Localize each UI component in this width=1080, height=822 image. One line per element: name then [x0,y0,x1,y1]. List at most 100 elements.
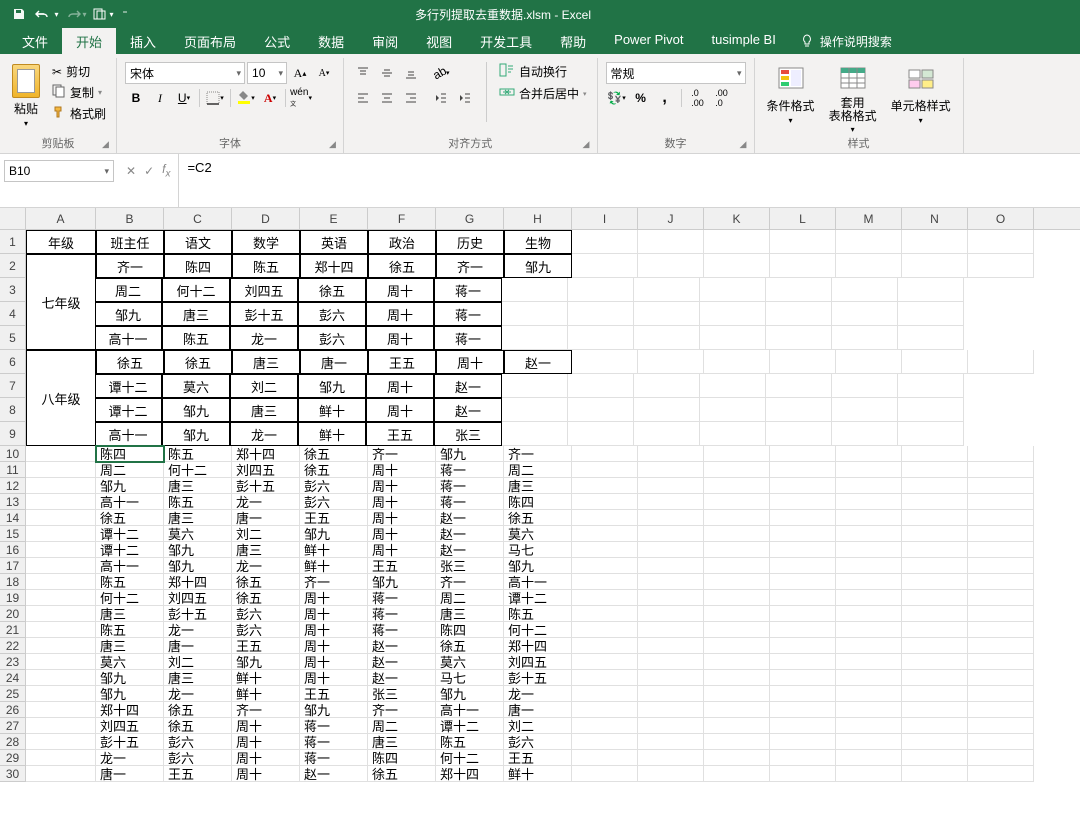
cell-B28[interactable]: 彭十五 [96,734,164,750]
tab-数据[interactable]: 数据 [304,28,358,54]
cell-F11[interactable]: 周十 [368,462,436,478]
cell-G21[interactable]: 陈四 [436,622,504,638]
cell-O9[interactable] [898,422,964,446]
cell-J16[interactable] [638,542,704,558]
row-head-9[interactable]: 9 [0,422,26,446]
cell-G3[interactable]: 周十 [366,278,434,302]
cell-N6[interactable] [902,350,968,374]
cell-L9[interactable] [700,422,766,446]
row-head-19[interactable]: 19 [0,590,26,606]
cell-J12[interactable] [638,478,704,494]
cell-D3[interactable]: 何十二 [162,278,230,302]
cell-C5[interactable]: 高十一 [94,326,162,350]
cell-E25[interactable]: 王五 [300,686,368,702]
cell-E11[interactable]: 徐五 [300,462,368,478]
tab-Power Pivot[interactable]: Power Pivot [600,28,697,54]
cell-E1[interactable]: 英语 [300,230,368,254]
cell-G12[interactable]: 蒋一 [436,478,504,494]
row-head-13[interactable]: 13 [0,494,26,510]
cell-A10[interactable] [26,446,96,462]
row-head-21[interactable]: 21 [0,622,26,638]
cell-M3[interactable] [766,278,832,302]
cell-J26[interactable] [638,702,704,718]
cell-A26[interactable] [26,702,96,718]
cell-L2[interactable] [770,254,836,278]
cell-E3[interactable]: 刘四五 [230,278,298,302]
cell-I23[interactable] [572,654,638,670]
cell-B1[interactable]: 班主任 [96,230,164,254]
cell-A19[interactable] [26,590,96,606]
row-head-10[interactable]: 10 [0,446,26,462]
row-head-17[interactable]: 17 [0,558,26,574]
cell-H3[interactable]: 蒋一 [434,278,502,302]
row-head-4[interactable]: 4 [0,302,26,326]
col-head-J[interactable]: J [638,208,704,229]
cell-K20[interactable] [704,606,770,622]
cell-H14[interactable]: 徐五 [504,510,572,526]
cell-G16[interactable]: 赵一 [436,542,504,558]
cell-G26[interactable]: 高十一 [436,702,504,718]
cell-H25[interactable]: 龙一 [504,686,572,702]
cell-O25[interactable] [968,686,1034,702]
insert-function-button[interactable]: fx [162,162,170,179]
cell-M7[interactable] [766,374,832,398]
col-head-D[interactable]: D [232,208,300,229]
merge-center-button[interactable]: 合并后居中 ▾ [497,84,589,103]
cell-O20[interactable] [968,606,1034,622]
cell-B27[interactable]: 刘四五 [96,718,164,734]
name-box[interactable]: B10 [4,160,114,182]
decrease-font-button[interactable]: A▾ [313,62,335,84]
enter-formula-button[interactable]: ✓ [144,164,154,178]
border-button[interactable]: ▾ [204,87,226,109]
cell-I27[interactable] [572,718,638,734]
cell-C14[interactable]: 唐三 [164,510,232,526]
italic-button[interactable]: I [149,87,171,109]
cell-I22[interactable] [572,638,638,654]
underline-button[interactable]: U ▾ [173,87,195,109]
cell-H9[interactable]: 张三 [434,422,502,446]
cell-L27[interactable] [770,718,836,734]
col-head-O[interactable]: O [968,208,1034,229]
cell-D5[interactable]: 陈五 [162,326,230,350]
col-head-G[interactable]: G [436,208,504,229]
cell-A11[interactable] [26,462,96,478]
cell-K28[interactable] [704,734,770,750]
cell-F6[interactable]: 王五 [368,350,436,374]
cell-O10[interactable] [968,446,1034,462]
cell-I14[interactable] [572,510,638,526]
formula-input[interactable]: =C2 [178,154,1080,207]
cell-J4[interactable] [568,302,634,326]
cell-D23[interactable]: 邹九 [232,654,300,670]
cell-A18[interactable] [26,574,96,590]
cell-B24[interactable]: 邹九 [96,670,164,686]
cell-A22[interactable] [26,638,96,654]
cell-M9[interactable] [766,422,832,446]
phonetic-button[interactable]: wén文 ▾ [290,87,312,109]
cell-N18[interactable] [902,574,968,590]
cell-M27[interactable] [836,718,902,734]
cell-B22[interactable]: 唐三 [96,638,164,654]
cell-O4[interactable] [898,302,964,326]
cell-N25[interactable] [902,686,968,702]
cell-C24[interactable]: 唐三 [164,670,232,686]
increase-font-button[interactable]: A▴ [289,62,311,84]
cell-O21[interactable] [968,622,1034,638]
tab-tusimple BI[interactable]: tusimple BI [698,28,790,54]
cell-D1[interactable]: 数学 [232,230,300,254]
paste-button[interactable]: 粘贴▾ [8,62,44,130]
cell-N20[interactable] [902,606,968,622]
cell-A1[interactable]: 年级 [26,230,96,254]
save-button[interactable] [6,3,32,25]
cell-H16[interactable]: 马七 [504,542,572,558]
cell-F5[interactable]: 彭六 [298,326,366,350]
cell-L26[interactable] [770,702,836,718]
col-head-F[interactable]: F [368,208,436,229]
cell-I7[interactable] [502,374,568,398]
cell-M22[interactable] [836,638,902,654]
cell-H19[interactable]: 谭十二 [504,590,572,606]
cell-J3[interactable] [568,278,634,302]
cell-M17[interactable] [836,558,902,574]
cell-N1[interactable] [902,230,968,254]
cell-J22[interactable] [638,638,704,654]
cell-E6[interactable]: 唐一 [300,350,368,374]
